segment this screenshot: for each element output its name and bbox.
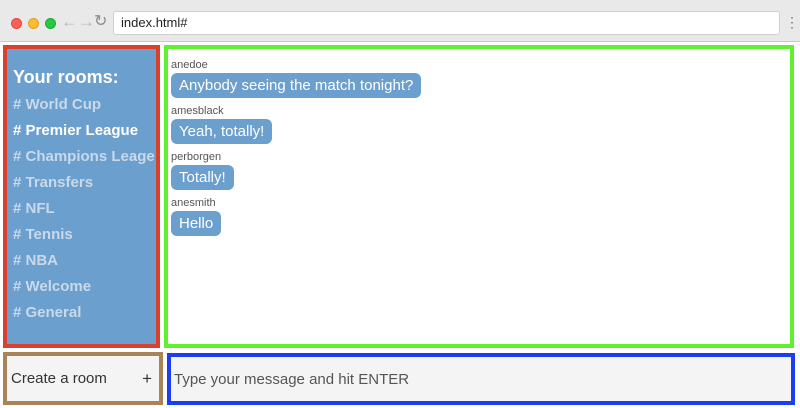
room-item-nfl[interactable]: # NFL [13,200,156,217]
room-item-world-cup[interactable]: # World Cup [13,96,156,113]
rooms-sidebar: Your rooms: # World Cup # Premier League… [3,45,160,348]
close-window-icon[interactable] [11,18,22,29]
message-item: perborgen Totally! [171,151,790,190]
browser-menu-icon[interactable]: ⋮ [785,12,799,32]
create-room-label: Create a room [11,370,107,387]
address-bar[interactable]: index.html# [113,11,780,35]
room-item-nba[interactable]: # NBA [13,252,156,269]
message-bubble: Anybody seeing the match tonight? [171,73,422,98]
message-username: anedoe [171,59,208,71]
maximize-window-icon[interactable] [45,18,56,29]
message-composer [167,353,795,405]
message-bubble: Yeah, totally! [171,119,273,144]
message-item: amesblack Yeah, totally! [171,105,790,144]
browser-toolbar: ← → ↻ index.html# ⋮ [0,0,800,42]
room-item-transfers[interactable]: # Transfers [13,174,156,191]
rooms-heading: Your rooms: [13,67,119,87]
message-list: anedoe Anybody seeing the match tonight?… [164,45,794,348]
minimize-window-icon[interactable] [28,18,39,29]
message-bubble: Hello [171,211,222,236]
room-item-tennis[interactable]: # Tennis [13,226,156,243]
room-item-general[interactable]: # General [13,304,156,321]
plus-icon[interactable]: + [142,356,152,401]
room-item-premier-league[interactable]: # Premier League [13,122,156,139]
message-username: anesmith [171,197,216,209]
room-item-welcome[interactable]: # Welcome [13,278,156,295]
message-input[interactable] [171,357,791,401]
message-item: anesmith Hello [171,197,790,236]
message-bubble: Totally! [171,165,234,190]
reload-icon[interactable]: ↻ [94,12,107,32]
back-arrow-icon[interactable]: ← [61,12,78,32]
create-room-button[interactable]: Create a room + [3,352,163,405]
message-username: amesblack [171,105,224,117]
room-item-champions-leage[interactable]: # Champions Leage [13,148,156,165]
message-username: perborgen [171,151,222,163]
forward-arrow-icon[interactable]: → [78,12,95,32]
message-item: anedoe Anybody seeing the match tonight? [171,59,790,98]
